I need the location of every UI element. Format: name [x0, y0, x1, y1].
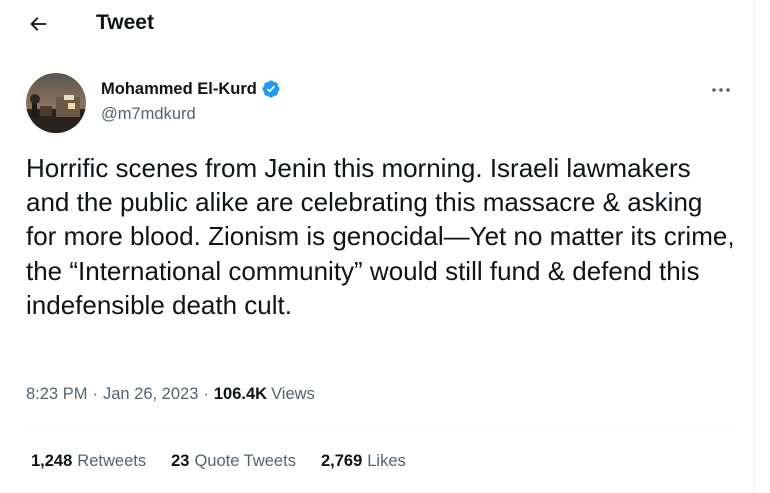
tweet-stats: 1,248 Retweets 23 Quote Tweets 2,769 Lik…: [31, 452, 431, 471]
author-name-text: Mohammed El-Kurd: [101, 79, 257, 98]
views-label: Views: [271, 385, 315, 403]
quote-tweets-count: 23: [171, 452, 190, 470]
more-options-button[interactable]: [706, 76, 736, 102]
likes-stat[interactable]: 2,769 Likes: [321, 452, 406, 471]
divider: [26, 428, 736, 429]
quote-tweets-stat[interactable]: 23 Quote Tweets: [171, 452, 296, 471]
avatar[interactable]: [26, 73, 86, 133]
tweet-date[interactable]: Jan 26, 2023: [103, 385, 198, 404]
tweet-detail-panel: Tweet Mohammed El-Kurd @m7mdkurd Horrifi…: [0, 0, 754, 493]
tweet-text: Horrific scenes from Jenin this morning.…: [26, 153, 735, 320]
retweets-stat[interactable]: 1,248 Retweets: [31, 452, 146, 471]
retweets-label: Retweets: [77, 452, 147, 470]
meta-separator: ·: [92, 385, 98, 403]
tweet-time[interactable]: 8:23 PM: [26, 385, 87, 404]
page-title: Tweet: [96, 11, 154, 34]
quote-tweets-label: Quote Tweets: [194, 452, 296, 470]
more-horizontal-icon: [711, 80, 731, 98]
likes-count: 2,769: [320, 452, 363, 470]
meta-separator: ·: [203, 385, 209, 403]
author-name[interactable]: Mohammed El-Kurd: [101, 79, 281, 99]
author-handle[interactable]: @m7mdkurd: [101, 105, 196, 124]
retweets-count: 1,248: [31, 452, 73, 470]
tweet-meta: 8:23 PM · Jan 26, 2023 · 106.4K Views: [26, 385, 315, 404]
header-bar: Tweet: [0, 0, 754, 52]
verified-badge-icon: [261, 79, 281, 99]
views-count: 106.4K: [213, 385, 268, 403]
back-button[interactable]: [20, 8, 56, 44]
arrow-left-icon: [27, 13, 49, 40]
likes-label: Likes: [367, 452, 406, 470]
